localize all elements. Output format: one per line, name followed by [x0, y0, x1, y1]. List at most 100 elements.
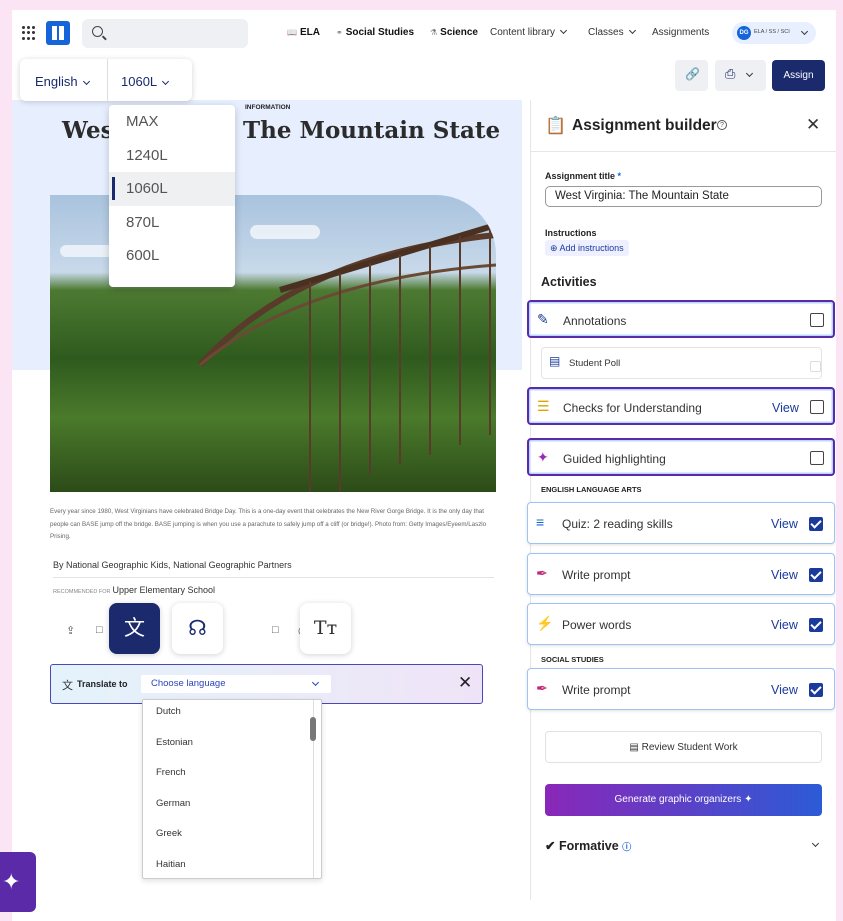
text-size-button[interactable]: Tᴛ — [300, 603, 351, 654]
chevron-down-icon[interactable] — [811, 839, 820, 848]
comment-icon[interactable]: □ — [272, 624, 279, 636]
avatar: DG — [737, 26, 751, 40]
checkbox-checked[interactable] — [809, 517, 823, 531]
translate-label: Translate to — [77, 679, 128, 689]
document-icon: ▤ — [629, 742, 639, 753]
divider — [107, 59, 108, 101]
activity-write-prompt-ss[interactable]: ✒ Write prompt View — [527, 668, 835, 710]
nav-ela[interactable]: 📖 ELA — [287, 27, 320, 38]
generate-graphic-organizers-button[interactable]: Generate graphic organizers ✦ — [545, 784, 822, 816]
lightning-icon: ⚡ — [536, 615, 554, 631]
chevron-down-icon — [311, 678, 320, 687]
ai-assistant-button[interactable]: ✦ — [0, 852, 36, 912]
app-window: 📖 ELA ⚭ Social Studies ⚗ Science Content li… — [12, 10, 836, 921]
language-option[interactable]: Estonian — [143, 731, 321, 762]
copy-link-button[interactable]: 🔗 — [675, 60, 708, 91]
language-option[interactable]: German — [143, 792, 321, 823]
section-heading-ela: ENGLISH LANGUAGE ARTS — [541, 485, 642, 494]
headphones-icon: ☊ — [188, 617, 207, 640]
chevron-down-icon — [82, 77, 90, 86]
checkbox-checked[interactable] — [809, 618, 823, 632]
lexile-option-selected[interactable]: 1060L — [109, 172, 235, 206]
close-icon[interactable]: ✕ — [806, 115, 820, 135]
checkbox[interactable] — [810, 451, 824, 465]
top-navigation-bar: 📖 ELA ⚭ Social Studies ⚗ Science Content li… — [12, 10, 836, 58]
lexile-dropdown[interactable]: 1060L — [121, 74, 170, 89]
search-icon — [92, 26, 103, 37]
section-heading-social-studies: SOCIAL STUDIES — [541, 655, 604, 664]
highlighter-icon: ✦ — [537, 449, 549, 465]
assignment-title-label: Assignment title * — [545, 171, 622, 181]
share-icon[interactable]: ⇪ — [66, 624, 75, 637]
list-icon: ≡ — [536, 514, 545, 530]
activity-annotations[interactable]: ✎ Annotations — [527, 300, 835, 338]
panel-header: 📋 Assignment builder ? ✕ — [531, 100, 836, 152]
lexile-option[interactable]: 1240L — [109, 139, 235, 173]
lexile-option[interactable]: 870L — [109, 206, 235, 240]
view-link[interactable]: View — [771, 618, 798, 632]
sparkle-icon: ✦ — [744, 794, 753, 805]
checkbox[interactable] — [810, 400, 824, 414]
sparkle-icon: ✦ — [2, 869, 21, 894]
formative-section[interactable]: ✔ Formative ⓘ — [545, 838, 820, 853]
chevron-down-icon — [628, 26, 636, 35]
activity-quiz[interactable]: ≡ Quiz: 2 reading skills View — [527, 502, 835, 544]
language-option[interactable]: Greek — [143, 822, 321, 853]
lexile-option[interactable]: 600L — [109, 239, 235, 273]
photo-caption: Every year since 1980, West Virginians h… — [50, 508, 487, 540]
pen-icon: ✒ — [536, 680, 548, 696]
search-input[interactable] — [82, 19, 248, 48]
view-link[interactable]: View — [771, 517, 798, 531]
book-icon: 📖 — [287, 28, 297, 37]
checkbox[interactable] — [810, 313, 824, 327]
activity-power-words[interactable]: ⚡ Power words View — [527, 603, 835, 645]
print-button[interactable]: ⎙ — [715, 60, 766, 91]
view-link[interactable]: View — [771, 568, 798, 582]
bookmark-icon[interactable]: □ — [96, 624, 103, 636]
assignment-icon: 📋 — [545, 116, 567, 135]
review-student-work-button[interactable]: ▤ Review Student Work — [545, 731, 822, 763]
language-option[interactable]: French — [143, 761, 321, 792]
language-dropdown[interactable]: English — [35, 74, 90, 89]
assign-button[interactable]: Assign — [772, 60, 825, 91]
translate-button[interactable]: 文 — [109, 603, 160, 654]
language-option[interactable]: Dutch — [143, 700, 321, 731]
nav-assignments[interactable]: Assignments — [652, 27, 709, 38]
user-menu[interactable]: DG ELA / SS / SCI — [732, 22, 816, 44]
checkbox-checked[interactable] — [809, 568, 823, 582]
activity-write-prompt-ela[interactable]: ✒ Write prompt View — [527, 553, 835, 595]
assignment-builder-panel: 📋 Assignment builder ? ✕ Assignment titl… — [527, 100, 836, 900]
close-icon[interactable]: ✕ — [458, 673, 472, 693]
app-grid-icon[interactable] — [22, 26, 36, 40]
activity-student-poll[interactable]: ▤ Student Poll — [541, 347, 822, 379]
activity-guided-highlighting[interactable]: ✦ Guided highlighting — [527, 438, 835, 476]
pencil-icon: ✎ — [537, 311, 549, 327]
translate-icon: 文 — [124, 617, 145, 640]
checkbox[interactable] — [810, 361, 821, 372]
flask-icon: ⚗ — [430, 28, 438, 37]
check-circle-icon: ✔ — [545, 839, 556, 853]
lexile-option[interactable]: MAX — [109, 105, 235, 139]
language-select[interactable]: Choose language — [141, 675, 331, 693]
translate-bar: 文 Translate to Choose language ✕ — [50, 664, 483, 704]
nav-social-studies[interactable]: ⚭ Social Studies — [336, 27, 414, 38]
view-link[interactable]: View — [771, 683, 798, 697]
language-option[interactable]: Haitian — [143, 853, 321, 884]
divider — [53, 577, 494, 578]
nav-classes[interactable]: Classes — [588, 26, 636, 38]
checklist-icon: ☰ — [537, 398, 550, 414]
nav-science[interactable]: ⚗ Science — [430, 27, 478, 38]
chevron-down-icon — [162, 77, 170, 86]
assignment-title-input[interactable]: West Virginia: The Mountain State — [545, 186, 822, 207]
audio-button[interactable]: ☊ — [172, 603, 223, 654]
info-icon[interactable]: ⓘ — [622, 842, 631, 852]
newsela-logo[interactable] — [46, 21, 70, 45]
help-icon[interactable]: ? — [717, 120, 727, 130]
activity-checks-for-understanding[interactable]: ☰ Checks for Understanding View — [527, 387, 835, 425]
add-instructions-button[interactable]: ⊕ Add instructions — [545, 240, 629, 256]
lexile-menu: MAX 1240L 1060L 870L 600L — [109, 105, 235, 287]
nav-content-library[interactable]: Content library — [490, 26, 568, 38]
checkbox-checked[interactable] — [809, 683, 823, 697]
scrollbar-thumb[interactable] — [310, 717, 316, 741]
view-link[interactable]: View — [772, 401, 799, 415]
